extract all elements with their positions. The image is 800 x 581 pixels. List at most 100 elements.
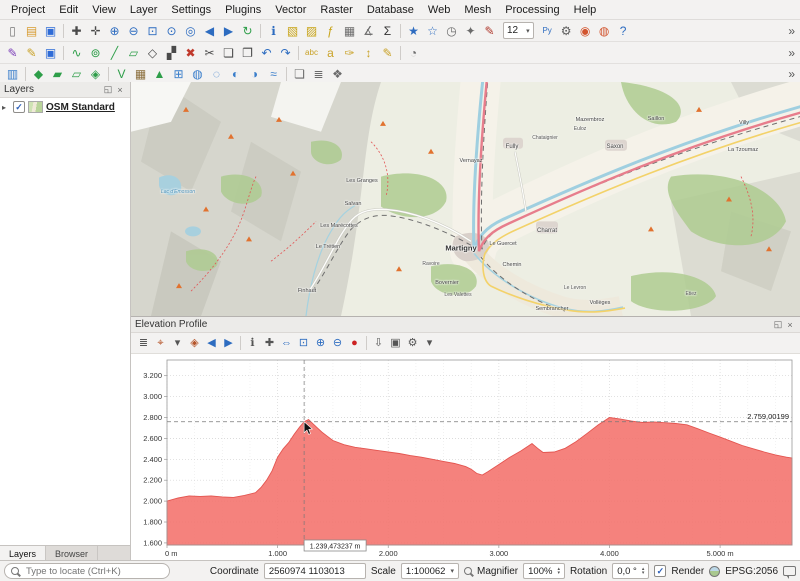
settings-icon[interactable]: ⚙ xyxy=(404,335,421,351)
copy-features-icon[interactable]: ❏ xyxy=(219,44,238,62)
select-features-icon[interactable]: ▧ xyxy=(283,22,302,40)
new-virtual-layer-icon[interactable]: ◈ xyxy=(86,65,105,83)
digitize-with-curve-icon[interactable]: ∿ xyxy=(67,44,86,62)
menu-layer[interactable]: Layer xyxy=(123,3,165,17)
menu-processing[interactable]: Processing xyxy=(498,3,566,17)
locate-box[interactable] xyxy=(4,563,170,579)
menu-help[interactable]: Help xyxy=(567,3,604,17)
add-vector-layer-icon[interactable]: V xyxy=(112,65,131,83)
zoom-in-icon[interactable]: ⊕ xyxy=(312,335,329,351)
add-delimited-text-layer-icon[interactable]: ⊞ xyxy=(169,65,188,83)
new-bookmark-icon[interactable]: ★ xyxy=(404,22,423,40)
identify-features-icon[interactable]: ℹ xyxy=(264,22,283,40)
capture-curve-dropdown-icon[interactable]: ▾ xyxy=(169,335,186,351)
select-by-expression-icon[interactable]: ƒ xyxy=(321,22,340,40)
new-temporary-scratch-layer-icon[interactable]: ▱ xyxy=(67,65,86,83)
options-dropdown-icon[interactable]: ▾ xyxy=(421,335,438,351)
open-data-source-manager-icon[interactable]: ▥ xyxy=(3,65,22,83)
layer-visibility-checkbox[interactable]: ✓ xyxy=(13,101,25,113)
add-line-feature-icon[interactable]: ╱ xyxy=(105,44,124,62)
new-geopackage-layer-icon[interactable]: ◆ xyxy=(29,65,48,83)
magnifier-spinbox[interactable]: 100% ▴▾ xyxy=(523,563,565,579)
toggle-editing-icon[interactable]: ✎ xyxy=(22,44,41,62)
processing-toolbox-icon[interactable]: ⚙ xyxy=(557,22,576,40)
font-size-combo[interactable]: 12 ▾ xyxy=(503,22,534,39)
nudge-left-icon[interactable]: ◀ xyxy=(203,335,220,351)
capture-curve-icon[interactable]: ⌖ xyxy=(152,335,169,351)
zoom-last-icon[interactable]: ◀ xyxy=(200,22,219,40)
toolbar-overflow-icon[interactable]: » xyxy=(788,24,797,38)
pan-tool-icon[interactable]: ✚ xyxy=(261,335,278,351)
modify-attributes-icon[interactable]: ▞ xyxy=(162,44,181,62)
zoom-full-icon[interactable]: ⊡ xyxy=(295,335,312,351)
vertex-tool-icon[interactable]: ◇ xyxy=(143,44,162,62)
cut-features-icon[interactable]: ✂ xyxy=(200,44,219,62)
redo-icon[interactable]: ↷ xyxy=(276,44,295,62)
render-checkbox[interactable]: ✓ xyxy=(654,565,666,577)
elevation-chart[interactable]: 1.6001.8002.0002.2002.4002.6002.8003.000… xyxy=(131,354,800,561)
save-layer-edits-icon[interactable]: ▣ xyxy=(41,44,60,62)
measure-line-icon[interactable]: ∡ xyxy=(359,22,378,40)
export-as-image-icon[interactable]: ▣ xyxy=(387,335,404,351)
new-annotation-icon[interactable]: ✎ xyxy=(480,22,499,40)
float-panel-icon[interactable]: ◱ xyxy=(102,84,114,95)
diagram-options-icon[interactable]: ◔ xyxy=(404,44,423,62)
nudge-right-icon[interactable]: ▶ xyxy=(220,335,237,351)
python-console-icon[interactable]: Py xyxy=(538,22,557,40)
close-panel-icon[interactable]: × xyxy=(114,85,126,95)
add-xyz-layer-icon[interactable]: ≈ xyxy=(264,65,283,83)
save-project-icon[interactable]: ▣ xyxy=(41,22,60,40)
statistical-summary-icon[interactable]: Σ xyxy=(378,22,397,40)
add-wfs-layer-icon[interactable]: ◑ xyxy=(245,65,264,83)
map-tips-icon[interactable]: ✦ xyxy=(461,22,480,40)
menu-settings[interactable]: Settings xyxy=(164,3,218,17)
add-polygon-feature-icon[interactable]: ▱ xyxy=(124,44,143,62)
move-label-icon[interactable]: ↕ xyxy=(359,44,378,62)
layer-labeling-icon[interactable]: abc xyxy=(302,44,321,62)
menu-edit[interactable]: Edit xyxy=(52,3,85,17)
change-label-icon[interactable]: ✎ xyxy=(378,44,397,62)
menu-raster[interactable]: Raster xyxy=(313,3,359,17)
snapping-toggle-icon[interactable]: ● xyxy=(346,335,363,351)
add-point-feature-icon[interactable]: ⊚ xyxy=(86,44,105,62)
menu-project[interactable]: Project xyxy=(4,3,52,17)
menu-vector[interactable]: Vector xyxy=(268,3,313,17)
add-mesh-layer-icon[interactable]: ▲ xyxy=(150,65,169,83)
map-canvas[interactable]: MartignyLe GuercetCharratCheminRavoireVe… xyxy=(131,82,800,317)
toolbar-overflow-icon[interactable]: » xyxy=(788,67,797,81)
menu-view[interactable]: View xyxy=(85,3,123,17)
zoom-full-icon[interactable]: ⊡ xyxy=(143,22,162,40)
zoom-to-layer-icon[interactable]: ◎ xyxy=(181,22,200,40)
current-edits-icon[interactable]: ✎ xyxy=(3,44,22,62)
open-attribute-table-icon[interactable]: ▦ xyxy=(340,22,359,40)
zoom-in-icon[interactable]: ⊕ xyxy=(105,22,124,40)
zoom-x-axis-icon[interactable]: ⇔ xyxy=(278,335,295,351)
rotation-spinbox[interactable]: 0,0 ° ▴▾ xyxy=(612,563,649,579)
pan-map-to-selection-icon[interactable]: ✛ xyxy=(86,22,105,40)
style-manager-icon[interactable]: ❖ xyxy=(328,65,347,83)
export-as-pdf-icon[interactable]: ⇩ xyxy=(370,335,387,351)
messages-icon[interactable] xyxy=(783,566,796,576)
undo-icon[interactable]: ↶ xyxy=(257,44,276,62)
add-postgis-layers-icon[interactable]: ◍ xyxy=(188,65,207,83)
expand-arrow-icon[interactable]: ▸ xyxy=(2,103,10,112)
pan-map-icon[interactable]: ✚ xyxy=(67,22,86,40)
open-project-icon[interactable]: ▤ xyxy=(22,22,41,40)
zoom-to-selection-icon[interactable]: ⊙ xyxy=(162,22,181,40)
add-wms-layer-icon[interactable]: ◐ xyxy=(226,65,245,83)
capture-curve-from-feature-icon[interactable]: ◈ xyxy=(186,335,203,351)
pin-labels-icon[interactable]: ✑ xyxy=(340,44,359,62)
add-spatialite-layer-icon[interactable]: ◌ xyxy=(207,65,226,83)
add-raster-layer-icon[interactable]: ▦ xyxy=(131,65,150,83)
toolbar-overflow-icon[interactable]: » xyxy=(788,46,797,60)
spin-arrows-icon[interactable]: ▴▾ xyxy=(557,567,560,576)
refresh-map-icon[interactable]: ↻ xyxy=(238,22,257,40)
deselect-features-icon[interactable]: ▨ xyxy=(302,22,321,40)
close-panel-icon[interactable]: × xyxy=(784,320,796,330)
locate-input[interactable] xyxy=(24,565,163,578)
show-layer-tree-icon[interactable]: ≣ xyxy=(135,335,152,351)
show-layout-manager-icon[interactable]: ≣ xyxy=(309,65,328,83)
zoom-out-icon[interactable]: ⊖ xyxy=(329,335,346,351)
show-bookmarks-icon[interactable]: ☆ xyxy=(423,22,442,40)
identify-tool-icon[interactable]: ℹ xyxy=(244,335,261,351)
